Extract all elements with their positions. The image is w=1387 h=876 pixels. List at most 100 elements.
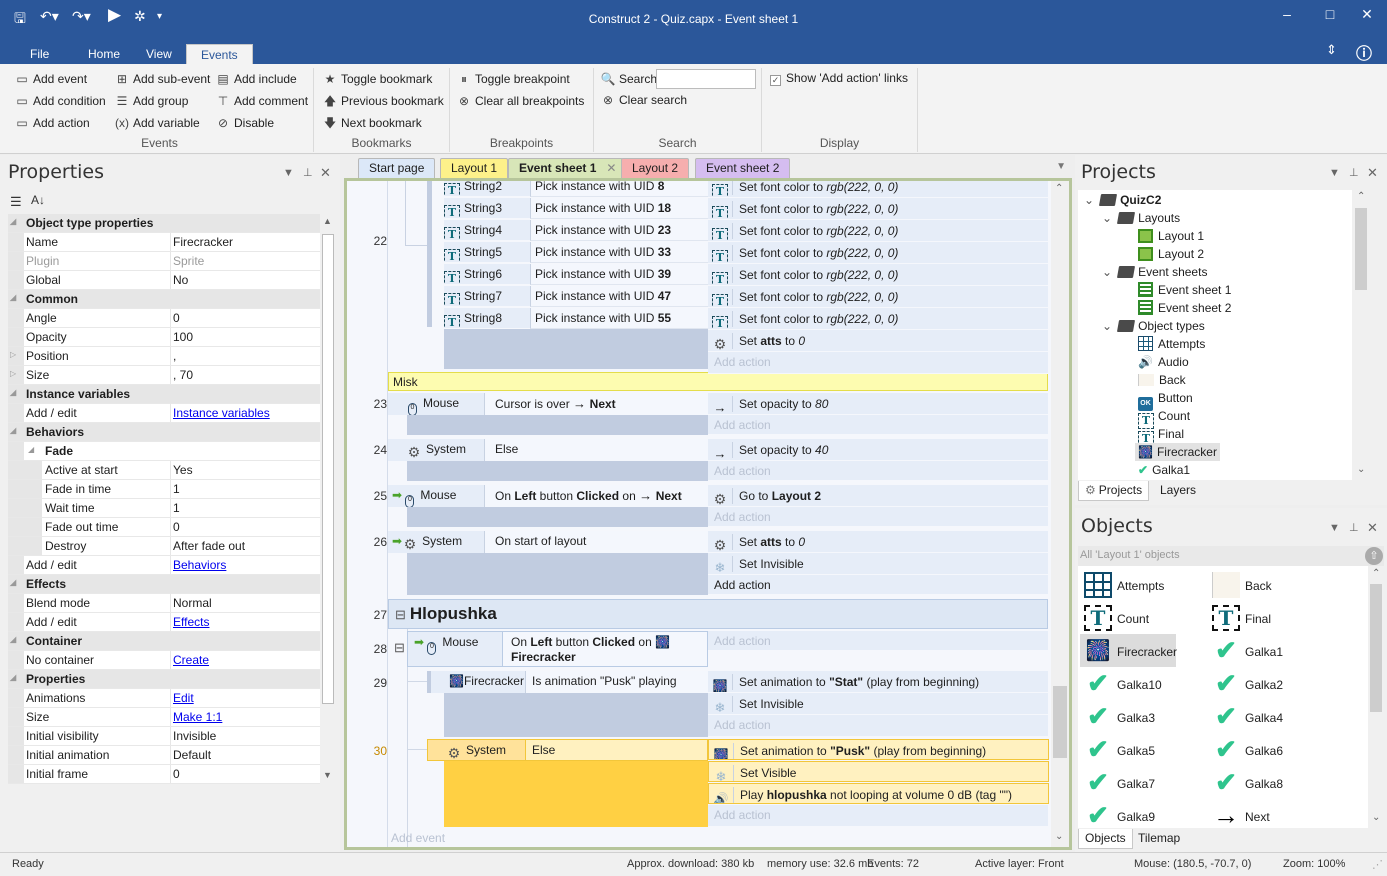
toggle-bookmark-button[interactable]: ★ Toggle bookmark bbox=[322, 69, 433, 89]
condition-object[interactable]: ⚙ System bbox=[427, 739, 526, 761]
property-row[interactable]: Initial frame 0 bbox=[8, 765, 320, 784]
pin-icon[interactable]: ⊥ bbox=[303, 166, 313, 179]
action[interactable]: T Set font color to rgb(222, 0, 0) bbox=[708, 264, 1048, 286]
condition-object[interactable]: T String5 bbox=[444, 242, 530, 263]
tab-events[interactable]: Events bbox=[186, 44, 253, 64]
property-value[interactable]: 1 bbox=[173, 482, 180, 496]
property-link[interactable]: Make 1:1 bbox=[173, 710, 222, 724]
object-item[interactable]: ✔ Galka9 bbox=[1080, 799, 1200, 828]
search-input[interactable] bbox=[656, 69, 756, 89]
property-category[interactable]: ◢ Common bbox=[8, 290, 320, 309]
condition-object[interactable]: 🎆Firecracker bbox=[427, 671, 525, 693]
tab-objects[interactable]: Objects bbox=[1078, 829, 1133, 849]
condition-text[interactable]: Pick instance with UID 8 bbox=[530, 181, 708, 197]
pin-icon[interactable]: ⊥ bbox=[1349, 166, 1359, 179]
properties-scrollbar[interactable]: ▲ ▼ bbox=[320, 214, 336, 784]
property-row[interactable]: Destroy After fade out bbox=[8, 537, 320, 556]
property-category[interactable]: ◢ Behaviors bbox=[8, 423, 320, 442]
tab-view[interactable]: View bbox=[132, 44, 186, 64]
action[interactable]: 🔊 Play hlopushka not looping at volume 0 … bbox=[708, 783, 1049, 804]
add-action-link[interactable]: Add action bbox=[708, 631, 1048, 651]
property-value[interactable]: 0 bbox=[173, 311, 180, 325]
action[interactable]: ❄ Set Invisible bbox=[708, 693, 1048, 715]
action[interactable]: T Set font color to rgb(222, 0, 0) bbox=[708, 308, 1048, 330]
scroll-thumb[interactable] bbox=[1370, 584, 1382, 712]
action[interactable]: 🎆 Set animation to "Stat" (play from begi… bbox=[708, 671, 1048, 693]
sort-alpha-icon[interactable]: A↓ bbox=[31, 193, 45, 207]
property-category[interactable]: ◢ Instance variables bbox=[8, 385, 320, 404]
property-value[interactable]: , 70 bbox=[173, 368, 193, 382]
add-condition-button[interactable]: ▭ Add condition bbox=[14, 91, 105, 111]
property-subcategory[interactable]: ◢ Fade bbox=[8, 442, 320, 461]
tree-item-event-sheet[interactable]: Event sheet 2 bbox=[1138, 299, 1231, 317]
previous-bookmark-button[interactable]: 🡅 Previous bookmark bbox=[322, 91, 444, 111]
tree-item-object[interactable]: Back bbox=[1138, 371, 1186, 389]
info-icon[interactable]: ⓘ bbox=[1356, 40, 1372, 64]
action[interactable]: T Set font color to rgb(222, 0, 0) bbox=[708, 242, 1048, 264]
categorized-icon[interactable]: ☰ bbox=[10, 194, 22, 210]
property-row[interactable]: ▷ Size , 70 bbox=[8, 366, 320, 385]
action[interactable]: ⚙ Set atts to 0 bbox=[708, 330, 1048, 352]
close-button[interactable]: ✕ bbox=[1352, 6, 1382, 23]
add-event-button[interactable]: ▭ Add event bbox=[14, 69, 87, 89]
tree-item-object[interactable]: T Final bbox=[1138, 425, 1184, 447]
add-action-link[interactable]: Add action bbox=[708, 461, 1048, 481]
condition-text[interactable]: Else bbox=[484, 439, 708, 461]
action[interactable]: T Set font color to rgb(222, 0, 0) bbox=[708, 198, 1048, 220]
property-category[interactable]: ◢ Properties bbox=[8, 670, 320, 689]
condition-text[interactable]: Pick instance with UID 23 bbox=[530, 220, 708, 241]
tree-item-object[interactable]: ✔ Galka1 bbox=[1138, 461, 1190, 479]
condition-text[interactable]: On start of layout bbox=[484, 531, 708, 553]
maximize-button[interactable]: □ bbox=[1315, 6, 1345, 22]
object-item[interactable]: ✔ Galka6 bbox=[1208, 733, 1328, 766]
show-add-action-checkbox[interactable]: ✓ Show 'Add action' links bbox=[770, 68, 908, 88]
comment[interactable]: Misk bbox=[388, 372, 1048, 391]
tree-item-root[interactable]: ⌄ QuizC2 bbox=[1084, 191, 1161, 209]
close-tab-icon[interactable]: ✕ bbox=[606, 159, 616, 178]
up-level-icon[interactable]: ⇧ bbox=[1365, 547, 1383, 565]
chevron-down-icon[interactable]: ⌄ bbox=[1102, 211, 1112, 225]
tab-file[interactable]: File bbox=[16, 44, 63, 64]
add-action-link[interactable]: Add action bbox=[708, 715, 1048, 737]
add-event-link[interactable]: Add event bbox=[391, 831, 445, 845]
tab-layers[interactable]: Layers bbox=[1154, 481, 1202, 501]
scroll-down-icon[interactable]: ⌄ bbox=[1372, 812, 1380, 823]
property-row[interactable]: Animations Edit bbox=[8, 689, 320, 708]
action[interactable]: T Set font color to rgb(222, 0, 0) bbox=[708, 181, 1048, 198]
clear-breakpoints-button[interactable]: ⊗ Clear all breakpoints bbox=[456, 91, 584, 111]
condition-object[interactable]: T String3 bbox=[444, 198, 530, 219]
tab-start-page[interactable]: Start page bbox=[358, 158, 436, 178]
property-row[interactable]: Angle 0 bbox=[8, 309, 320, 328]
add-variable-button[interactable]: (x) Add variable bbox=[114, 113, 200, 133]
property-value[interactable]: 100 bbox=[173, 330, 193, 344]
collapse-triangle-icon[interactable]: ◢ bbox=[28, 445, 34, 454]
chevron-down-icon[interactable]: ⌄ bbox=[1102, 265, 1112, 279]
add-action-link[interactable]: Add action bbox=[708, 352, 1048, 374]
object-item[interactable]: ✔ Galka10 bbox=[1080, 667, 1200, 700]
condition-text[interactable]: Is animation "Pusk" playing bbox=[525, 671, 708, 693]
add-action-button[interactable]: ▭ Add action bbox=[14, 113, 89, 133]
property-link[interactable]: Behaviors bbox=[173, 558, 226, 572]
collapse-triangle-icon[interactable]: ◢ bbox=[10, 217, 16, 226]
object-item[interactable]: ✔ Galka1 bbox=[1208, 634, 1328, 667]
event-sheet-scrollbar[interactable]: ⌃ ⌄ bbox=[1051, 181, 1069, 847]
condition-text[interactable]: Else bbox=[526, 739, 708, 761]
tree-folder-layouts[interactable]: ⌄ Layouts bbox=[1102, 209, 1180, 227]
property-value[interactable]: Invisible bbox=[173, 729, 216, 743]
close-icon[interactable]: ✕ bbox=[1367, 165, 1378, 181]
object-item[interactable]: Back bbox=[1208, 568, 1328, 601]
condition-text[interactable]: Cursor is over → Next bbox=[484, 393, 708, 415]
condition-text[interactable]: On Left button Clicked on 🎆 Firecracker bbox=[503, 631, 708, 667]
tab-tilemap[interactable]: Tilemap bbox=[1132, 829, 1186, 849]
property-value[interactable]: 0 bbox=[173, 767, 180, 781]
property-value[interactable]: Firecracker bbox=[173, 235, 233, 249]
action[interactable]: T Set font color to rgb(222, 0, 0) bbox=[708, 220, 1048, 242]
minimize-button[interactable]: – bbox=[1272, 6, 1302, 22]
property-row[interactable]: Plugin Sprite bbox=[8, 252, 320, 271]
property-row[interactable]: Initial visibility Invisible bbox=[8, 727, 320, 746]
pin-icon[interactable]: ⊥ bbox=[1349, 521, 1359, 534]
property-value[interactable]: 0 bbox=[173, 520, 180, 534]
condition-text[interactable]: Pick instance with UID 47 bbox=[530, 286, 708, 307]
property-value[interactable]: Yes bbox=[173, 463, 193, 477]
add-action-link[interactable]: Add action bbox=[708, 575, 1048, 595]
